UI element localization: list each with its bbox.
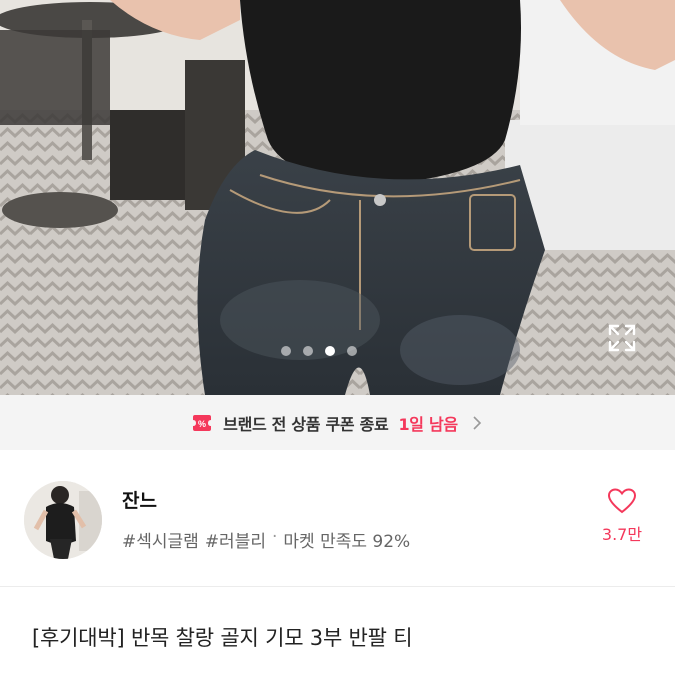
coupon-time-left: 1일 남음: [398, 414, 458, 434]
svg-text:%: %: [198, 419, 206, 429]
expand-image-button[interactable]: [606, 322, 646, 362]
chevron-right-icon: [470, 414, 484, 432]
coupon-banner[interactable]: % 브랜드 전 상품 쿠폰 종료 1일 남음: [0, 395, 675, 450]
shop-tag[interactable]: #섹시글램: [122, 527, 199, 552]
carousel-dot-active[interactable]: [325, 346, 335, 356]
product-title: [후기대박] 반목 찰랑 골지 기모 3부 반팔 티: [32, 626, 413, 650]
carousel-dot[interactable]: [281, 346, 291, 356]
like-count: 3.7만: [601, 525, 643, 544]
coupon-text: 브랜드 전 상품 쿠폰 종료: [223, 414, 389, 434]
shop-tags: #섹시글램 #러블리 · 마켓 만족도 92%: [122, 527, 410, 552]
expand-icon: [608, 324, 636, 352]
shop-satisfaction: 마켓 만족도 92%: [283, 532, 411, 552]
carousel-indicator: [281, 346, 357, 356]
carousel-dot[interactable]: [347, 346, 357, 356]
shop-name[interactable]: 잔느: [122, 486, 157, 513]
like-button[interactable]: 3.7만: [596, 487, 648, 545]
shop-avatar[interactable]: [24, 481, 102, 559]
product-image-carousel[interactable]: [0, 0, 675, 395]
tag-separator: ·: [271, 527, 278, 547]
carousel-dot[interactable]: [303, 346, 313, 356]
heart-outline-icon: [607, 488, 637, 514]
divider: [0, 586, 675, 587]
shop-tag[interactable]: #러블리: [205, 527, 266, 552]
coupon-icon: %: [191, 412, 213, 434]
product-photo: [0, 0, 675, 395]
